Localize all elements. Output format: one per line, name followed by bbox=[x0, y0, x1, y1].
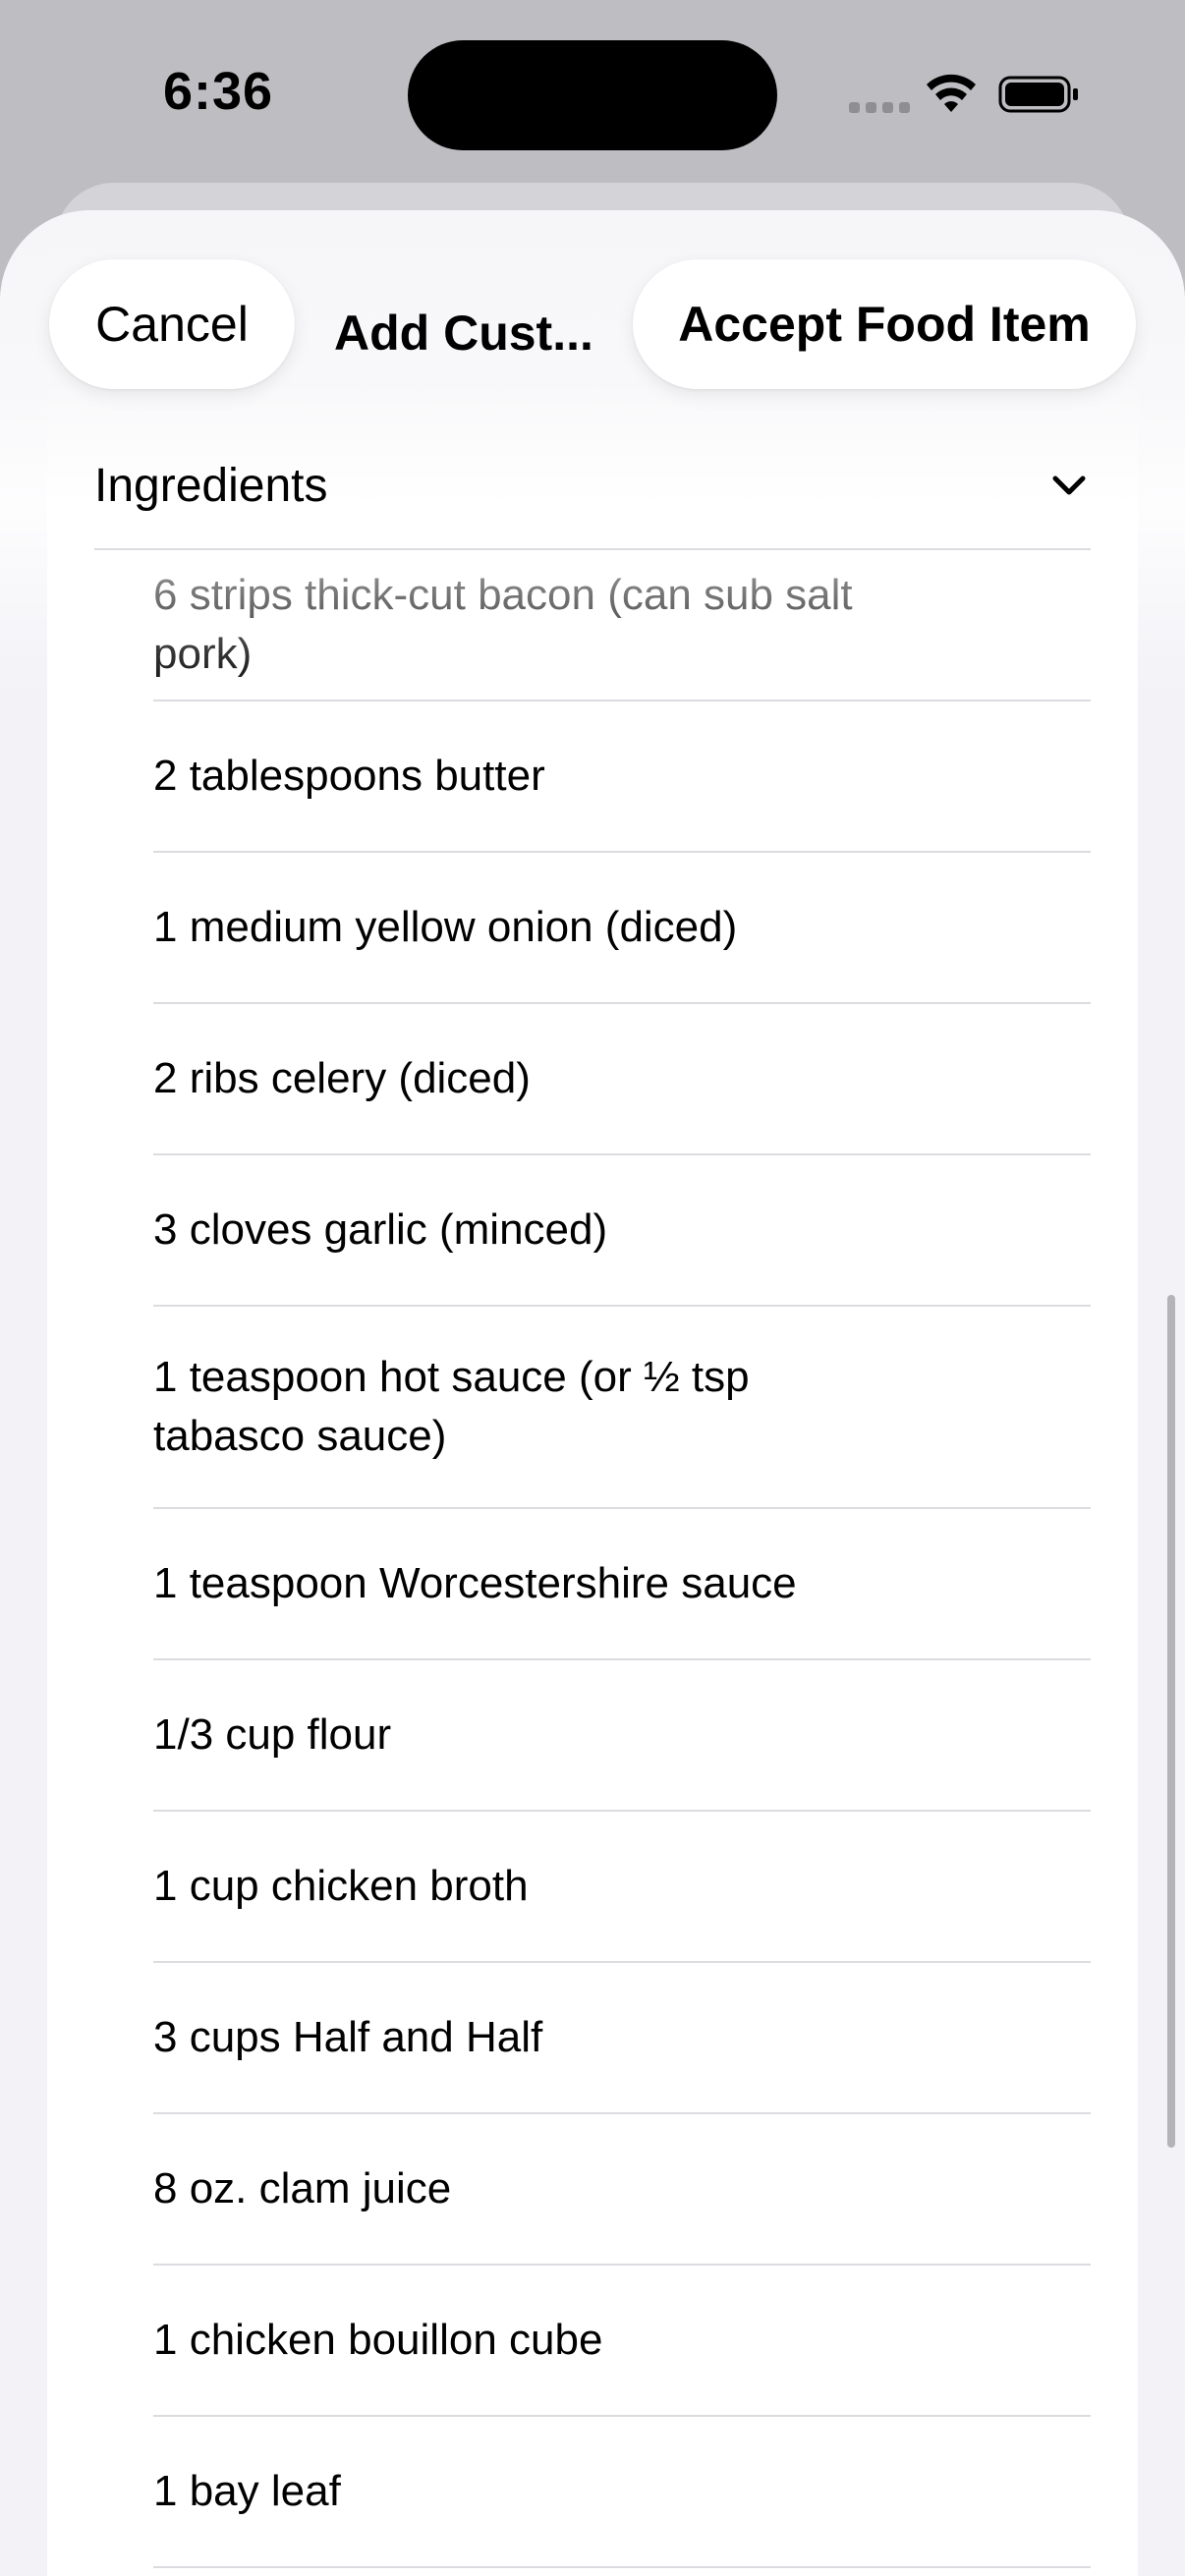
section-title: Ingredients bbox=[94, 459, 328, 512]
list-item[interactable]: 1 teaspoon Worcestershire sauce bbox=[153, 1509, 1091, 1660]
dynamic-island bbox=[408, 40, 777, 150]
ingredient-text: 1 chicken bouillon cube bbox=[153, 2316, 603, 2364]
list-item[interactable]: 1 chicken bouillon cube bbox=[153, 2266, 1091, 2417]
modal-sheet: 6 strips thick-cut bacon (can sub salt p… bbox=[0, 210, 1185, 2576]
status-time: 6:36 bbox=[163, 62, 274, 121]
scroll-indicator[interactable] bbox=[1167, 1295, 1175, 2148]
ingredient-text: 3 cloves garlic (minced) bbox=[153, 1205, 608, 1254]
ingredient-text: 1 medium yellow onion (diced) bbox=[153, 903, 738, 951]
ingredient-text: 6 strips thick-cut bacon (can sub salt p… bbox=[153, 571, 853, 678]
ingredient-text: 1/3 cup flour bbox=[153, 1710, 392, 1759]
screen: 6:36 6 strips thick-cut bacon (can sub s… bbox=[0, 0, 1185, 2576]
list-item[interactable]: 1 teaspoon hot sauce (or ½ tsp tabasco s… bbox=[153, 1307, 1091, 1509]
list-item[interactable]: 2 tablespoons butter bbox=[153, 701, 1091, 853]
list-item[interactable]: 8 oz. clam juice bbox=[153, 2114, 1091, 2266]
wifi-icon bbox=[927, 74, 976, 112]
list-item[interactable]: 1 medium yellow onion (diced) bbox=[153, 853, 1091, 1004]
list-item[interactable]: 1 bay leaf bbox=[153, 2417, 1091, 2568]
cancel-button[interactable]: Cancel bbox=[49, 259, 295, 389]
ingredient-text: 1 teaspoon hot sauce (or ½ tsp tabasco s… bbox=[153, 1353, 750, 1460]
page-title: Add Cust... bbox=[334, 306, 593, 361]
ingredients-section-header[interactable]: Ingredients bbox=[94, 446, 1091, 525]
ingredient-text: 2 ribs celery (diced) bbox=[153, 1054, 531, 1102]
battery-icon bbox=[998, 76, 1078, 113]
ingredient-text: 3 cups Half and Half bbox=[153, 2013, 543, 2061]
ingredient-text: 8 oz. clam juice bbox=[153, 2164, 452, 2212]
ingredient-text: 1 teaspoon Worcestershire sauce bbox=[153, 1559, 797, 1607]
list-item[interactable]: 1/3 cup flour bbox=[153, 1660, 1091, 1812]
ingredient-list: 6 strips thick-cut bacon (can sub salt p… bbox=[153, 550, 1091, 2568]
list-item[interactable]: 1 cup chicken broth bbox=[153, 1812, 1091, 1963]
list-item[interactable]: 2 ribs celery (diced) bbox=[153, 1004, 1091, 1155]
list-item[interactable]: 3 cloves garlic (minced) bbox=[153, 1155, 1091, 1307]
section-divider bbox=[94, 548, 1091, 550]
accept-food-item-button[interactable]: Accept Food Item bbox=[633, 259, 1136, 389]
ingredient-text: 2 tablespoons butter bbox=[153, 752, 545, 800]
list-item[interactable]: 6 strips thick-cut bacon (can sub salt p… bbox=[153, 550, 1091, 701]
chevron-down-icon bbox=[1052, 476, 1086, 495]
list-item[interactable]: 3 cups Half and Half bbox=[153, 1963, 1091, 2114]
ingredient-text: 1 cup chicken broth bbox=[153, 1862, 529, 1910]
cellular-signal-icon bbox=[849, 102, 910, 113]
ingredient-text: 1 bay leaf bbox=[153, 2467, 341, 2515]
